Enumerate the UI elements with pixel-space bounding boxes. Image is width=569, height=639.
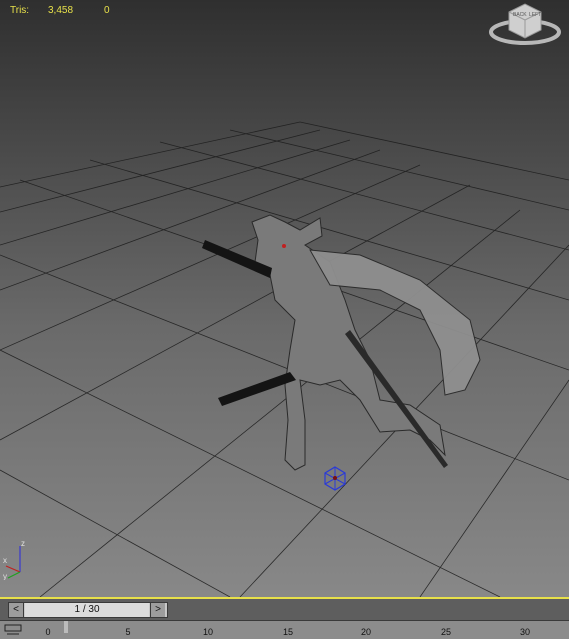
frame-counter[interactable]: 1 / 30 <box>25 603 149 617</box>
timeline-bar: < 1 / 30 > 0 5 10 15 20 25 30 <box>0 597 569 639</box>
track-bar-toggle-icon[interactable] <box>4 623 22 637</box>
next-frame-button[interactable]: > <box>150 603 165 617</box>
time-cursor[interactable] <box>64 621 68 633</box>
tris-extra: 0 <box>104 5 110 16</box>
tris-label: Tris: <box>10 5 30 16</box>
track-bar-ruler[interactable]: 0 5 10 15 20 25 30 <box>0 620 569 639</box>
prev-frame-button[interactable]: < <box>9 603 24 617</box>
axis-z-label: z <box>21 539 25 548</box>
viewcube-left-label: LEFT <box>529 12 541 18</box>
axis-y-label: y <box>3 572 7 580</box>
scene-canvas[interactable] <box>0 0 569 597</box>
3d-viewport[interactable]: Tris: 3,458 0 BACK LEFT z x y <box>0 0 569 597</box>
axis-tripod-icon: z x y <box>3 539 25 580</box>
character-model[interactable] <box>202 214 481 471</box>
viewcube-back-label: BACK <box>513 12 527 18</box>
time-slider[interactable]: < 1 / 30 > <box>8 602 168 618</box>
viewcube-icon[interactable]: BACK LEFT <box>489 2 561 46</box>
tris-value: 3,458 <box>48 5 74 16</box>
ground-grid <box>0 121 569 597</box>
axis-x-label: x <box>3 556 7 565</box>
pivot-gizmo[interactable] <box>324 466 346 491</box>
